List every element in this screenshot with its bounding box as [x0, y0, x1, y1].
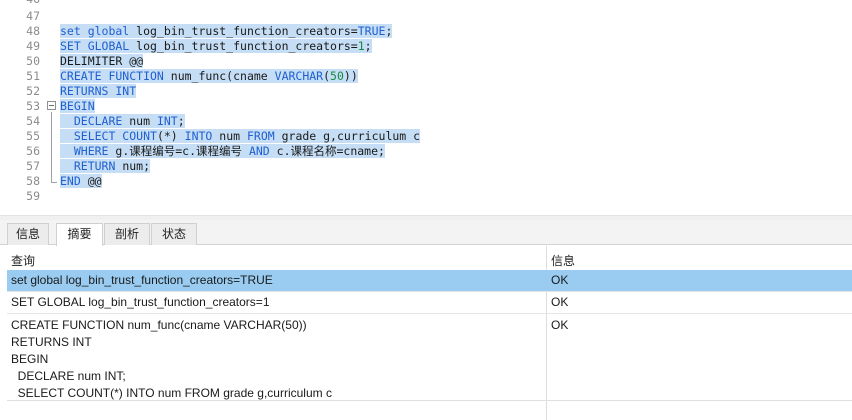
sql-text: ;: [385, 24, 393, 38]
info-cell: OK: [551, 295, 569, 309]
sql-text: num: [122, 114, 157, 128]
result-row[interactable]: SET GLOBAL log_bin_trust_function_creato…: [7, 292, 852, 313]
sql-text: g.课程编号=c.课程编号: [108, 144, 249, 158]
line-number: 47: [26, 9, 40, 23]
code-text: set global log_bin_trust_function_creato…: [60, 24, 393, 39]
sql-keyword: INT: [156, 114, 178, 128]
line-number: 58: [26, 174, 40, 188]
line-number: 46: [0, 0, 40, 7]
code-text: CREATE FUNCTION num_func(cname VARCHAR(5…: [60, 69, 358, 84]
sql-text: ;: [177, 114, 185, 128]
line-number: 57: [26, 159, 40, 173]
tab-info[interactable]: 信息: [7, 223, 49, 245]
sql-keyword: DECLARE: [60, 114, 123, 128]
column-header-info[interactable]: 信息: [551, 252, 575, 269]
result-row[interactable]: set global log_bin_trust_function_creato…: [7, 270, 852, 291]
editor-line[interactable]: 53 BEGIN: [0, 99, 852, 114]
editor-line[interactable]: 54 DECLARE num INT;: [0, 114, 852, 129]
editor-line[interactable]: 49 SET GLOBAL log_bin_trust_function_crea…: [0, 39, 852, 54]
code-text: WHERE g.课程编号=c.课程编号 AND c.课程名称=cname;: [60, 144, 385, 159]
row-divider: [7, 400, 852, 401]
editor-line[interactable]: 59: [0, 189, 852, 204]
summary-results-grid: 查询 信息 set global log_bin_trust_function_…: [0, 246, 852, 420]
editor-line[interactable]: 46: [0, 0, 852, 7]
sql-text: num_func(cname: [163, 69, 275, 83]
sql-keyword: SELECT COUNT: [60, 129, 157, 143]
sql-keyword: BEGIN: [60, 99, 95, 113]
sql-keyword: RETURN: [60, 159, 116, 173]
code-text: SELECT COUNT(*) INTO num FROM grade g,cu…: [60, 129, 421, 144]
sql-text: ;: [364, 39, 372, 53]
editor-line[interactable]: 50 DELIMITER @@: [0, 54, 852, 69]
line-number: 49: [26, 39, 40, 53]
sql-text: grade g,curriculum c: [274, 129, 421, 143]
sql-text: )): [343, 69, 358, 83]
sql-keyword: set global: [60, 24, 130, 38]
code-text: DELIMITER @@: [60, 54, 144, 69]
tab-profile[interactable]: 剖析: [104, 223, 150, 245]
line-number: 50: [26, 54, 40, 68]
editor-line[interactable]: 57 RETURN num;: [0, 159, 852, 174]
sql-text: (*): [156, 129, 185, 143]
sql-keyword: WHERE: [60, 144, 109, 158]
sql-keyword: AND: [248, 144, 270, 158]
info-cell: OK: [551, 318, 569, 332]
query-cell: set global log_bin_trust_function_creato…: [11, 273, 273, 287]
code-text: BEGIN: [60, 99, 95, 114]
sql-number: 1: [357, 39, 365, 53]
editor-line[interactable]: 48 set global log_bin_trust_function_crea…: [0, 24, 852, 39]
code-text: RETURN num;: [60, 159, 151, 174]
line-number: 48: [26, 24, 40, 38]
result-tabs: 信息 摘要 剖析 状态: [0, 220, 852, 246]
sql-text: log_bin_trust_function_creators=: [129, 39, 358, 53]
line-number: 56: [26, 144, 40, 158]
tab-summary[interactable]: 摘要: [56, 223, 103, 246]
sql-text: num;: [115, 159, 151, 173]
sql-number: 50: [330, 69, 344, 83]
editor-line[interactable]: 58 END @@: [0, 174, 852, 189]
fold-toggle-icon[interactable]: [47, 101, 56, 110]
code-text: END @@: [60, 174, 102, 189]
sql-keyword: RETURNS INT: [60, 84, 137, 98]
code-text: SET GLOBAL log_bin_trust_function_creato…: [60, 39, 372, 54]
sql-keyword: FROM: [246, 129, 275, 143]
line-number: 53: [26, 99, 40, 113]
result-row[interactable]: CREATE FUNCTION num_func(cname VARCHAR(5…: [7, 314, 852, 400]
line-number: 55: [26, 129, 40, 143]
editor-line[interactable]: 56 WHERE g.课程编号=c.课程编号 AND c.课程名称=cname;: [0, 144, 852, 159]
editor-line[interactable]: 52 RETURNS INT: [0, 84, 852, 99]
sql-text: c.课程名称=cname;: [269, 144, 385, 158]
line-number: 54: [26, 114, 40, 128]
sql-text: DELIMITER @@: [60, 54, 144, 68]
query-cell: CREATE FUNCTION num_func(cname VARCHAR(5…: [11, 318, 332, 400]
line-number: 59: [26, 189, 40, 203]
code-text: DECLARE num INT;: [60, 114, 185, 129]
column-header-query[interactable]: 查询: [11, 252, 35, 269]
code-text: RETURNS INT: [60, 84, 137, 99]
sql-keyword: END: [60, 174, 81, 188]
sql-keyword: SET GLOBAL: [60, 39, 130, 53]
sql-keyword: TRUE: [357, 24, 386, 38]
editor-line[interactable]: 51 CREATE FUNCTION num_func(cname VARCHAR…: [0, 69, 852, 84]
query-cell: SET GLOBAL log_bin_trust_function_creato…: [11, 295, 270, 309]
editor-line[interactable]: 55 SELECT COUNT(*) INTO num FROM grade g…: [0, 129, 852, 144]
info-cell: OK: [551, 273, 569, 287]
sql-text: log_bin_trust_function_creators=: [129, 24, 358, 38]
fold-guide-line: [51, 112, 52, 182]
sql-text: num: [212, 129, 247, 143]
line-number: 52: [26, 84, 40, 98]
tab-status[interactable]: 状态: [151, 223, 197, 245]
sql-keyword: INTO: [184, 129, 213, 143]
sql-text: (: [323, 69, 331, 83]
editor-line[interactable]: 47: [0, 9, 852, 24]
sql-editor[interactable]: 46 4748 set global log_bin_trust_function_…: [0, 0, 852, 215]
sql-keyword: VARCHAR: [274, 69, 324, 83]
sql-text: @@: [80, 174, 102, 188]
line-number: 51: [26, 69, 40, 83]
sql-keyword: CREATE FUNCTION: [60, 69, 164, 83]
